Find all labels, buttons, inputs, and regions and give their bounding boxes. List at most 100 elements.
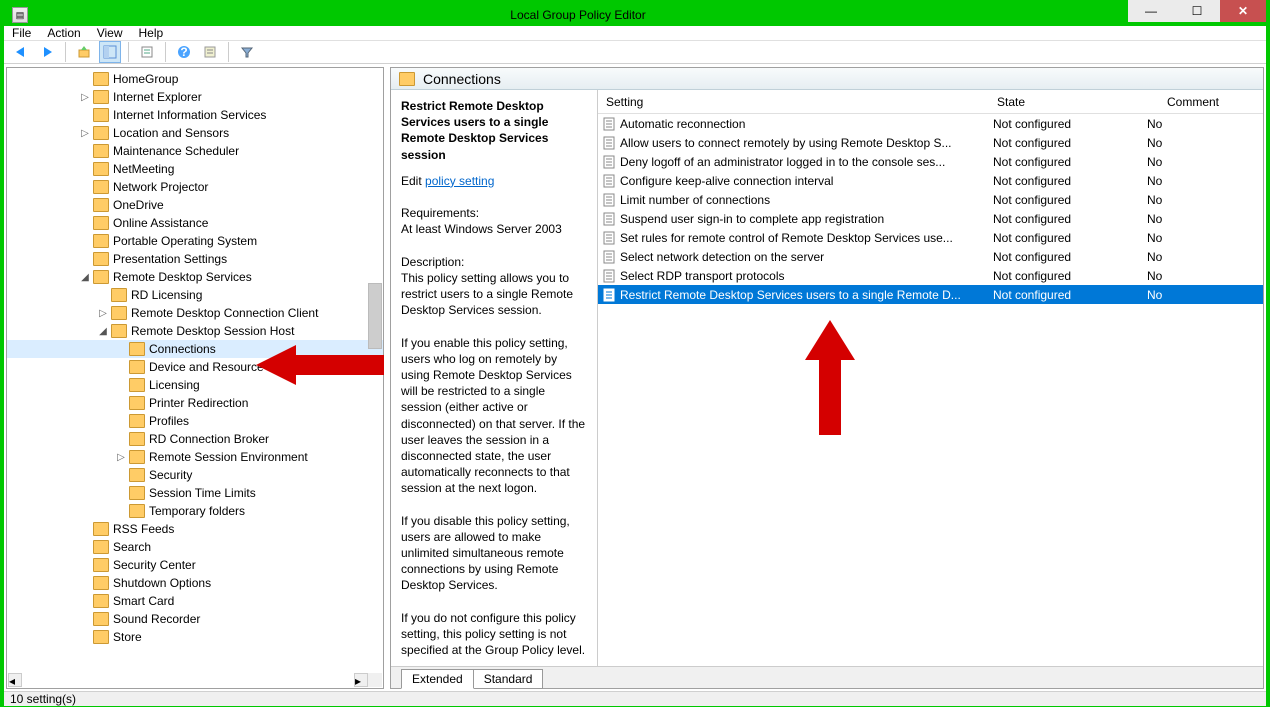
filter-icon[interactable] [236,41,258,63]
tree-node[interactable]: Sound Recorder [7,610,383,628]
setting-row[interactable]: Limit number of connectionsNot configure… [598,190,1263,209]
tree-caret-icon [79,109,91,121]
tree-node[interactable]: Connections [7,340,383,358]
setting-row[interactable]: Suspend user sign-in to complete app reg… [598,209,1263,228]
tree-node[interactable]: ◢ Remote Desktop Services [7,268,383,286]
tree-node[interactable]: Security [7,466,383,484]
help-icon[interactable]: ? [173,41,195,63]
setting-state: Not configured [993,288,1123,302]
col-state[interactable]: State [993,95,1123,109]
back-icon[interactable] [10,41,32,63]
tree-caret-icon [79,217,91,229]
tree-node[interactable]: Shutdown Options [7,574,383,592]
menu-view[interactable]: View [97,26,123,40]
tab-standard[interactable]: Standard [473,669,544,689]
setting-row[interactable]: Select network detection on the serverNo… [598,247,1263,266]
tree-node[interactable]: Security Center [7,556,383,574]
setting-row[interactable]: Set rules for remote control of Remote D… [598,228,1263,247]
list-header[interactable]: Setting State Comment [598,90,1263,114]
tree-node[interactable]: RD Licensing [7,286,383,304]
tree-node[interactable]: Store [7,628,383,646]
tree-node[interactable]: Printer Redirection [7,394,383,412]
tree-caret-icon [79,253,91,265]
tree-caret-icon [79,631,91,643]
menu-help[interactable]: Help [139,26,164,40]
tree-node[interactable]: ▷Location and Sensors [7,124,383,142]
tree-node[interactable]: ▷Remote Session Environment [7,448,383,466]
menu-action[interactable]: Action [47,26,80,40]
forward-icon[interactable] [36,41,58,63]
tree-label: RD Licensing [131,288,202,302]
tree-node[interactable]: Network Projector [7,178,383,196]
policy-setting-link[interactable]: policy setting [425,174,494,188]
tree-caret-icon[interactable]: ▷ [115,451,127,463]
tree-label: Network Projector [113,180,208,194]
setting-name: Deny logoff of an administrator logged i… [620,155,993,169]
menubar: File Action View Help [4,26,1266,41]
tree-node[interactable]: Smart Card [7,592,383,610]
tree-node[interactable]: Maintenance Scheduler [7,142,383,160]
tree-node[interactable]: ▷Internet Explorer [7,88,383,106]
detail-title: Restrict Remote Desktop Services users t… [401,98,587,163]
tree-node[interactable]: RSS Feeds [7,520,383,538]
statusbar: 10 setting(s) [4,691,1266,706]
tree-node[interactable]: Search [7,538,383,556]
titlebar[interactable]: ▤ Local Group Policy Editor — ☐ ✕ [4,4,1266,26]
setting-row[interactable]: Configure keep-alive connection interval… [598,171,1263,190]
tree-node[interactable]: Internet Information Services [7,106,383,124]
tree-node[interactable]: Portable Operating System [7,232,383,250]
setting-name: Suspend user sign-in to complete app reg… [620,212,993,226]
scrollbar-thumb[interactable] [368,283,382,349]
tree-node[interactable]: ▷Remote Desktop Connection Client [7,304,383,322]
tab-extended[interactable]: Extended [401,669,474,689]
tree-node[interactable]: Session Time Limits [7,484,383,502]
maximize-button[interactable]: ☐ [1174,0,1220,22]
tree-caret-icon[interactable]: ◢ [79,271,91,283]
tree-node[interactable]: HomeGroup [7,70,383,88]
up-icon[interactable] [73,41,95,63]
setting-row[interactable]: Deny logoff of an administrator logged i… [598,152,1263,171]
tree-caret-icon[interactable]: ▷ [79,91,91,103]
tree-label: Remote Desktop Services [113,270,252,284]
policy-icon [602,250,616,264]
tree-node[interactable]: Presentation Settings [7,250,383,268]
tree-node[interactable]: OneDrive [7,196,383,214]
close-button[interactable]: ✕ [1220,0,1266,22]
setting-name: Automatic reconnection [620,117,993,131]
tree-pane[interactable]: HomeGroup▷Internet ExplorerInternet Info… [6,67,384,689]
tree-node[interactable]: Online Assistance [7,214,383,232]
tree-node[interactable]: ◢Remote Desktop Session Host [7,322,383,340]
minimize-button[interactable]: — [1128,0,1174,22]
policy-icon [602,155,616,169]
properties-icon[interactable] [199,41,221,63]
tree-label: Temporary folders [149,504,245,518]
scroll-right[interactable]: ▸ [354,673,368,687]
setting-row[interactable]: Select RDP transport protocolsNot config… [598,266,1263,285]
tree-caret-icon[interactable]: ▷ [79,127,91,139]
tree-caret-icon [115,469,127,481]
scroll-left[interactable]: ◂ [8,673,22,687]
tree-node[interactable]: Device and Resource Redirection [7,358,383,376]
tree-node[interactable]: RD Connection Broker [7,430,383,448]
col-setting[interactable]: Setting [598,95,993,109]
setting-row[interactable]: Allow users to connect remotely by using… [598,133,1263,152]
export-list-icon[interactable] [136,41,158,63]
folder-icon [93,558,109,572]
setting-row[interactable]: Automatic reconnectionNot configuredNo [598,114,1263,133]
show-hide-tree-icon[interactable] [99,41,121,63]
tree-caret-icon[interactable]: ◢ [97,325,109,337]
tree-node[interactable]: Temporary folders [7,502,383,520]
col-comment[interactable]: Comment [1123,95,1263,109]
tree-caret-icon[interactable]: ▷ [97,307,109,319]
folder-icon [129,486,145,500]
tree-label: Printer Redirection [149,396,248,410]
menu-file[interactable]: File [12,26,31,40]
tree-node[interactable]: NetMeeting [7,160,383,178]
setting-row[interactable]: Restrict Remote Desktop Services users t… [598,285,1263,304]
tree-caret-icon [115,343,127,355]
folder-icon [111,324,127,338]
tree-caret-icon [115,415,127,427]
tree-node[interactable]: Profiles [7,412,383,430]
tree-node[interactable]: Licensing [7,376,383,394]
pane-body: Restrict Remote Desktop Services users t… [391,90,1263,666]
